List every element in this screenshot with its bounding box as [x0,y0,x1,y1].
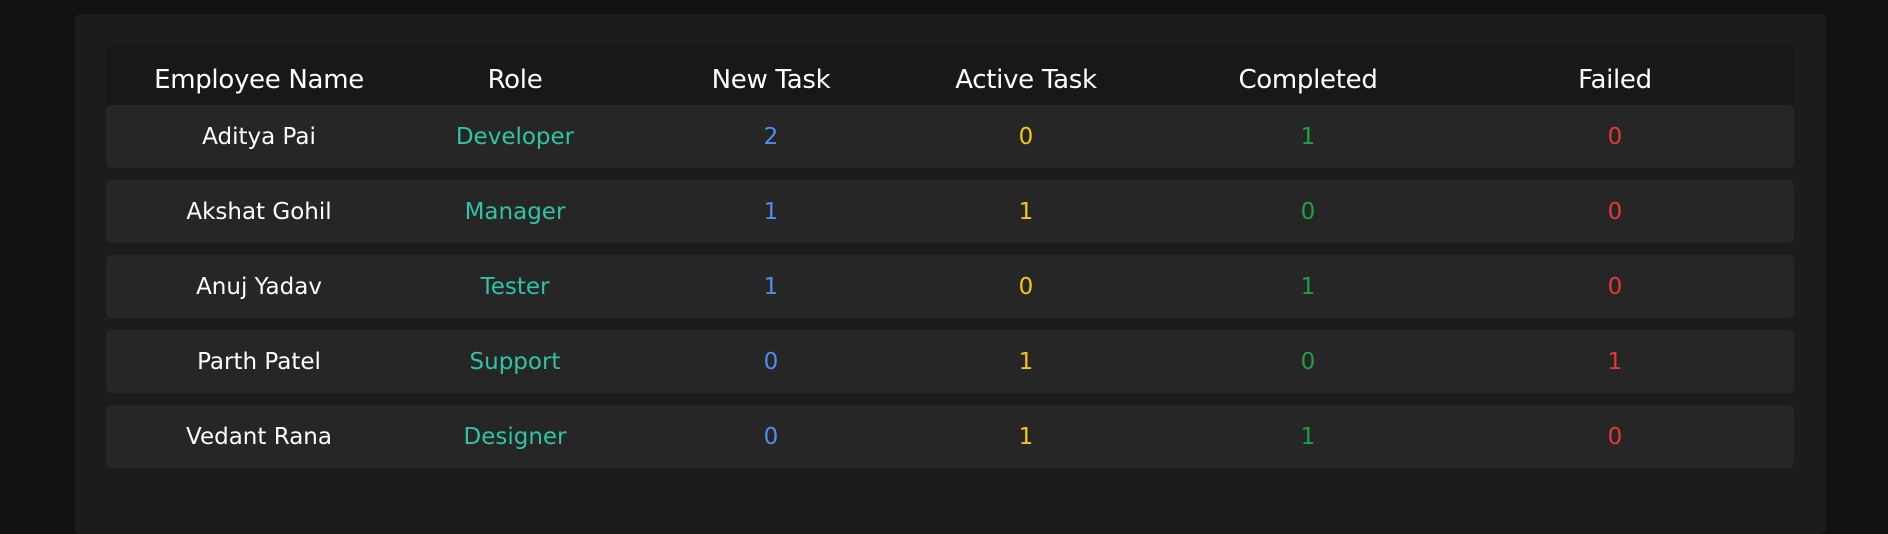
employee-task-panel: Employee Name Role New Task Active Task … [75,14,1826,534]
completed-count: 1 [1300,423,1316,450]
active-task-count: 0 [1018,273,1034,300]
table-row: Parth Patel Support 0 1 0 1 [106,330,1794,393]
active-task-count: 1 [1018,198,1034,225]
failed-count: 0 [1607,198,1623,225]
completed-count: 0 [1300,198,1316,225]
header-failed: Failed [1578,65,1652,95]
table-header-row: Employee Name Role New Task Active Task … [106,46,1794,114]
header-active-task: Active Task [955,65,1097,95]
table-row: Akshat Gohil Manager 1 1 0 0 [106,180,1794,243]
active-task-count: 1 [1018,348,1034,375]
failed-count: 1 [1607,348,1623,375]
failed-count: 0 [1607,423,1623,450]
active-task-count: 1 [1018,423,1034,450]
table-row: Anuj Yadav Tester 1 0 1 0 [106,255,1794,318]
active-task-count: 0 [1018,123,1034,150]
table-row: Aditya Pai Developer 2 0 1 0 [106,105,1794,168]
header-completed: Completed [1238,65,1378,95]
table-row: Vedant Rana Designer 0 1 1 0 [106,405,1794,468]
completed-count: 1 [1300,273,1316,300]
failed-count: 0 [1607,123,1623,150]
completed-count: 1 [1300,123,1316,150]
completed-count: 0 [1300,348,1316,375]
failed-count: 0 [1607,273,1623,300]
